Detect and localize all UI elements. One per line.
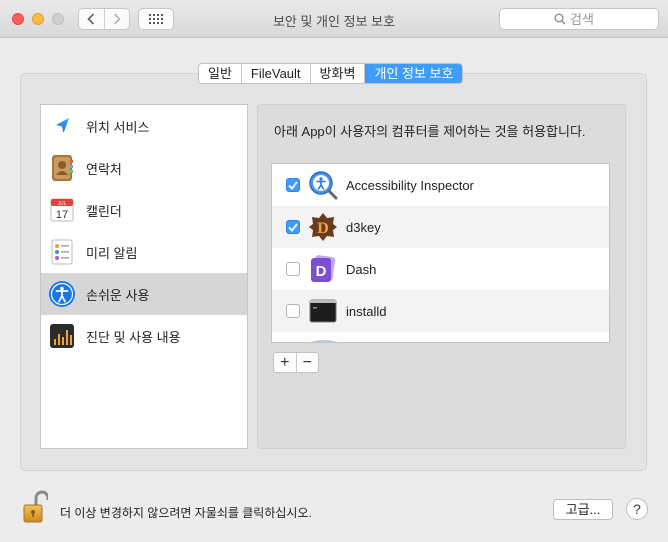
- app-name: d3key: [346, 219, 381, 235]
- sidebar-item-accessibility[interactable]: 손쉬운 사용: [41, 273, 247, 315]
- sidebar-item-diagnostics[interactable]: 진단 및 사용 내용: [41, 315, 247, 357]
- sidebar-item-label: 위치 서비스: [86, 119, 150, 135]
- tab-bar: 일반 FileVault 방화벽 개인 정보 보호: [198, 63, 464, 84]
- app-list[interactable]: Accessibility Inspector D d3key D Dash i…: [271, 163, 610, 343]
- sidebar-item-label: 진단 및 사용 내용: [86, 329, 181, 345]
- app-checkbox[interactable]: [286, 178, 300, 192]
- remove-app-button[interactable]: −: [295, 353, 319, 372]
- search-field[interactable]: [499, 8, 659, 30]
- app-name: Accessibility Inspector: [346, 177, 474, 193]
- app-checkbox[interactable]: [286, 304, 300, 318]
- sidebar-item-location-services[interactable]: 위치 서비스: [41, 105, 247, 147]
- d3key-icon: D: [308, 212, 338, 242]
- tab-filevault[interactable]: FileVault: [242, 64, 311, 83]
- contacts-book-icon: [48, 154, 76, 182]
- svg-text:D: D: [316, 263, 327, 280]
- list-item[interactable]: installd: [272, 290, 609, 332]
- calendar-icon: JUL 17: [48, 196, 76, 224]
- svg-text:17: 17: [56, 209, 68, 221]
- accessibility-icon: [48, 280, 76, 308]
- list-item[interactable]: D d3key: [272, 206, 609, 248]
- tab-firewall[interactable]: 방화벽: [311, 64, 366, 83]
- location-arrow-icon: [48, 112, 76, 140]
- checkmark-icon: [288, 222, 298, 232]
- list-item[interactable]: D Dash: [272, 248, 609, 290]
- preferences-window: 보안 및 개인 정보 보호 일반 FileVault 방화벽 개인 정보 보호 …: [0, 0, 668, 542]
- permission-description: 아래 App이 사용자의 컴퓨터를 제어하는 것을 허용합니다.: [274, 124, 586, 139]
- privacy-category-list: 위치 서비스 연락처 JUL 17 캘린더 미리 알림 손쉬운 사용 진단 및 …: [40, 104, 248, 449]
- reminders-icon: [48, 238, 76, 266]
- sidebar-item-label: 미리 알림: [86, 245, 138, 261]
- sidebar-item-contacts[interactable]: 연락처: [41, 147, 247, 189]
- sidebar-item-calendar[interactable]: JUL 17 캘린더: [41, 189, 247, 231]
- add-remove-control: + −: [273, 352, 319, 373]
- svg-text:JUL: JUL: [58, 201, 67, 207]
- dash-icon: D: [308, 254, 338, 284]
- lock-icon[interactable]: [22, 490, 50, 524]
- accessibility-inspector-icon: [308, 170, 338, 200]
- checkmark-icon: [288, 180, 298, 190]
- terminal-icon: [308, 296, 338, 326]
- sidebar-item-label: 캘린더: [86, 203, 122, 219]
- lock-hint-text: 더 이상 변경하지 않으려면 자물쇠를 클릭하십시오.: [60, 506, 312, 520]
- sidebar-item-reminders[interactable]: 미리 알림: [41, 231, 247, 273]
- search-icon: [554, 13, 566, 25]
- app-checkbox[interactable]: [286, 220, 300, 234]
- partially-visible-app-icon: [308, 340, 340, 342]
- app-name: Dash: [346, 261, 377, 277]
- search-input[interactable]: [570, 11, 604, 27]
- sidebar-item-label: 연락처: [86, 161, 122, 177]
- svg-text:D: D: [317, 220, 329, 237]
- titlebar: 보안 및 개인 정보 보호: [0, 0, 668, 38]
- help-button[interactable]: ?: [626, 498, 648, 520]
- advanced-button[interactable]: 고급...: [553, 499, 613, 520]
- list-item[interactable]: Accessibility Inspector: [272, 164, 609, 206]
- app-checkbox[interactable]: [286, 262, 300, 276]
- sidebar-item-label: 손쉬운 사용: [86, 287, 150, 303]
- tab-privacy[interactable]: 개인 정보 보호: [365, 64, 463, 83]
- add-app-button[interactable]: +: [274, 353, 296, 372]
- tab-general[interactable]: 일반: [199, 64, 242, 83]
- diagnostics-icon: [48, 322, 76, 350]
- app-name: installd: [346, 303, 387, 319]
